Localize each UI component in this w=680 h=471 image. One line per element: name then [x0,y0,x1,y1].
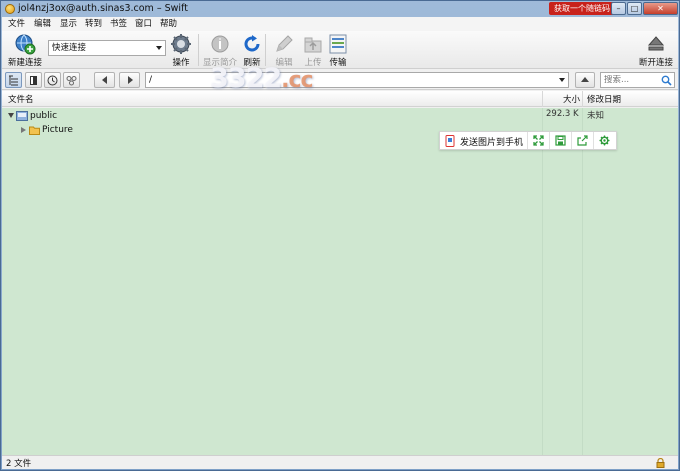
close-button[interactable]: ✕ [643,2,678,15]
gear-icon [599,135,610,146]
save-icon [555,135,566,146]
minimize-button[interactable]: – [611,2,626,15]
transfers-icon [329,34,347,54]
watermark-main: 3322 [210,63,282,94]
lock-icon [656,458,665,468]
watermark-suffix: .cc [281,68,313,93]
bookmarks-button[interactable] [25,72,42,88]
globe-add-icon [15,34,36,55]
phone-send-icon [445,135,455,147]
action-label: 操作 [172,58,190,68]
book-icon [30,76,37,85]
menu-window[interactable]: 窗口 [133,18,154,30]
menu-go[interactable]: 转到 [83,18,104,30]
new-connection-button[interactable]: 新建连接 [5,33,45,68]
path-bar: / [2,70,678,90]
column-size[interactable]: 大小 [563,93,580,105]
save-image-button[interactable] [550,132,572,149]
chevron-down-icon [156,46,162,50]
column-filename[interactable]: 文件名 [8,93,34,105]
search-input[interactable] [604,75,660,85]
settings-button[interactable] [594,132,616,149]
arrow-left-icon [101,76,107,84]
maximize-button[interactable]: □ [627,2,642,15]
menu-bookmarks[interactable]: 书签 [108,18,129,30]
action-button[interactable]: 操作 [168,33,194,68]
column-divider[interactable] [582,91,583,107]
send-to-phone-label: 发送图片到手机 [460,138,524,148]
back-button[interactable] [94,72,115,88]
file-size: 292.3 K [546,109,579,119]
share-icon [577,135,588,146]
fullscreen-button[interactable] [528,132,550,149]
file-row[interactable]: public [2,109,542,123]
menu-bar: 文件 编辑 显示 转到 书签 窗口 帮助 [2,17,678,31]
app-icon [5,4,15,14]
file-browser: public Picture 292.3 K 未知 发送图片到手机 [2,108,678,456]
bonjour-button[interactable] [63,72,80,88]
gear-icon [171,34,191,54]
client-area: 文件 编辑 显示 转到 书签 窗口 帮助 新建连接 快速连接 操作 显示简介 刷… [2,17,678,469]
path-value: / [149,75,153,85]
site-watermark: 3322.cc [210,63,314,94]
outline-view-button[interactable] [5,72,22,88]
info-icon [211,35,229,53]
transfers-label: 传输 [329,58,347,68]
tree-view-icon [9,75,18,86]
file-count: 2 文件 [6,459,32,469]
quick-connect-value: 快速连接 [52,43,87,53]
menu-edit[interactable]: 编辑 [32,18,53,30]
window-title: jol4nzj3ox@auth.sinas3.com – Swift [18,3,188,14]
expanded-arrow-icon[interactable] [8,113,14,118]
menu-file[interactable]: 文件 [6,18,27,30]
share-button[interactable] [572,132,594,149]
title-bar: jol4nzj3ox@auth.sinas3.com – Swift 获取一个随… [1,1,679,17]
column-modified[interactable]: 修改日期 [587,93,621,105]
status-bar: 2 文件 [2,455,678,469]
eject-icon [647,36,665,51]
app-window: jol4nzj3ox@auth.sinas3.com – Swift 获取一个随… [0,0,680,471]
refresh-icon [244,35,260,52]
transfers-button[interactable]: 传输 [326,33,350,68]
quick-connect-select[interactable]: 快速连接 [48,40,166,56]
disconnect-button[interactable]: 断开连接 [636,33,676,68]
clock-icon [47,75,58,86]
collapsed-arrow-icon[interactable] [21,127,26,133]
column-guide [542,108,543,456]
drive-icon [16,111,28,121]
main-toolbar: 新建连接 快速连接 操作 显示简介 刷新 编辑 上传 传输 断开连接 [2,31,678,69]
column-guide [582,108,583,456]
chevron-down-icon [559,78,565,82]
history-button[interactable] [44,72,61,88]
arrow-up-icon [581,77,589,82]
toolbar-separator [198,34,199,66]
arrow-right-icon [127,76,133,84]
upload-icon [304,37,322,53]
menu-help[interactable]: 帮助 [158,18,179,30]
bonjour-icon [66,76,77,86]
search-box[interactable] [600,72,675,88]
column-divider[interactable] [542,91,543,107]
forward-button[interactable] [119,72,140,88]
menu-view[interactable]: 显示 [58,18,79,30]
pencil-icon [276,35,293,52]
disconnect-label: 断开连接 [638,58,673,68]
search-icon [661,75,672,86]
file-name: Picture [42,125,73,135]
column-header: 文件名 大小 修改日期 [2,91,678,107]
expand-icon [533,135,544,146]
path-select[interactable]: / [145,72,569,88]
parent-folder-button[interactable] [575,72,595,88]
image-overlay-toolbar: 发送图片到手机 [439,131,617,150]
folder-icon [29,126,40,135]
toolbar-separator [265,34,266,66]
new-connection-label: 新建连接 [7,58,42,68]
file-modified: 未知 [587,111,605,121]
file-name: public [30,111,58,121]
send-to-phone-button[interactable]: 发送图片到手机 [440,132,528,149]
